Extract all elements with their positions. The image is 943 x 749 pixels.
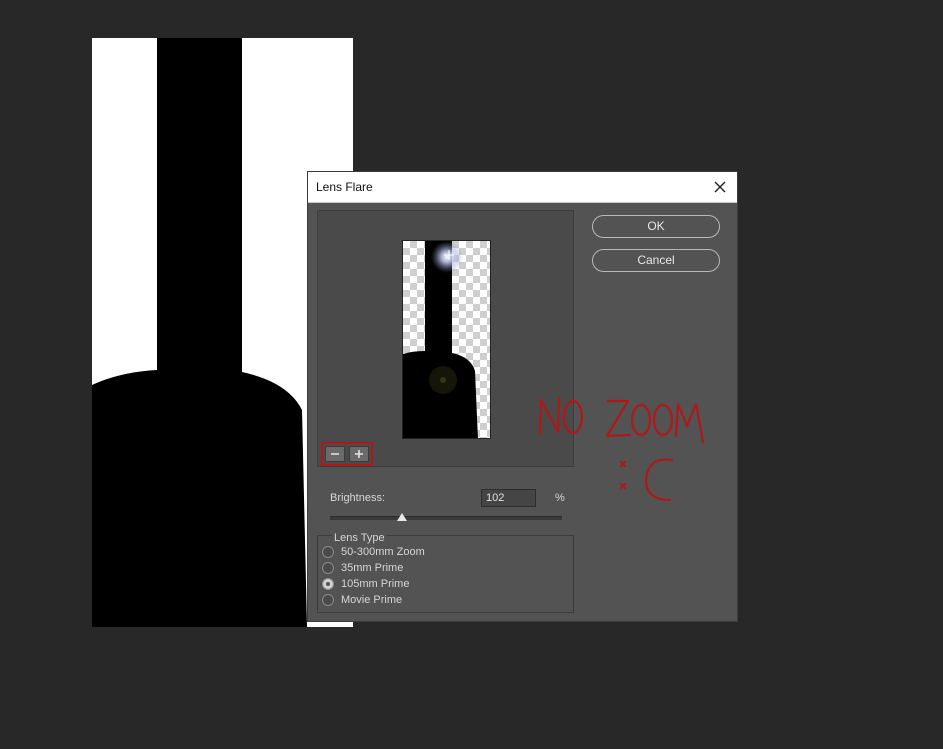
ok-button[interactable]: OK (592, 215, 720, 238)
lens-option-label: Movie Prime (341, 594, 403, 606)
flare-preview-panel (317, 210, 574, 467)
lens-flare-dialog: Lens Flare OK Cancel Brightness: 102 % L… (307, 171, 738, 622)
brightness-slider-thumb[interactable] (396, 513, 407, 521)
lens-option-label: 105mm Prime (341, 578, 410, 590)
flare-preview-image[interactable] (402, 240, 491, 439)
radio-button[interactable] (322, 594, 334, 606)
close-button[interactable] (709, 176, 731, 198)
plus-icon (355, 450, 363, 458)
zoom-in-button[interactable] (349, 446, 369, 462)
dialog-title: Lens Flare (316, 180, 373, 194)
close-icon (714, 181, 726, 193)
brightness-slider-track[interactable] (330, 516, 562, 520)
lens-option-label: 50-300mm Zoom (341, 546, 425, 558)
lens-type-legend: Lens Type (332, 532, 387, 544)
minus-icon (331, 453, 339, 455)
flare-center-crosshair-icon[interactable] (444, 250, 454, 260)
zoom-out-button[interactable] (325, 446, 345, 462)
brightness-label: Brightness: (330, 492, 386, 504)
brightness-input[interactable] (481, 489, 536, 507)
radio-button[interactable] (322, 562, 334, 574)
cancel-button[interactable]: Cancel (592, 249, 720, 272)
preview-zoom-controls (321, 442, 373, 466)
lens-option-label: 35mm Prime (341, 562, 404, 574)
dialog-titlebar: Lens Flare (308, 172, 737, 203)
brightness-unit: % (555, 492, 565, 504)
radio-button[interactable] (322, 578, 334, 590)
radio-button[interactable] (322, 546, 334, 558)
